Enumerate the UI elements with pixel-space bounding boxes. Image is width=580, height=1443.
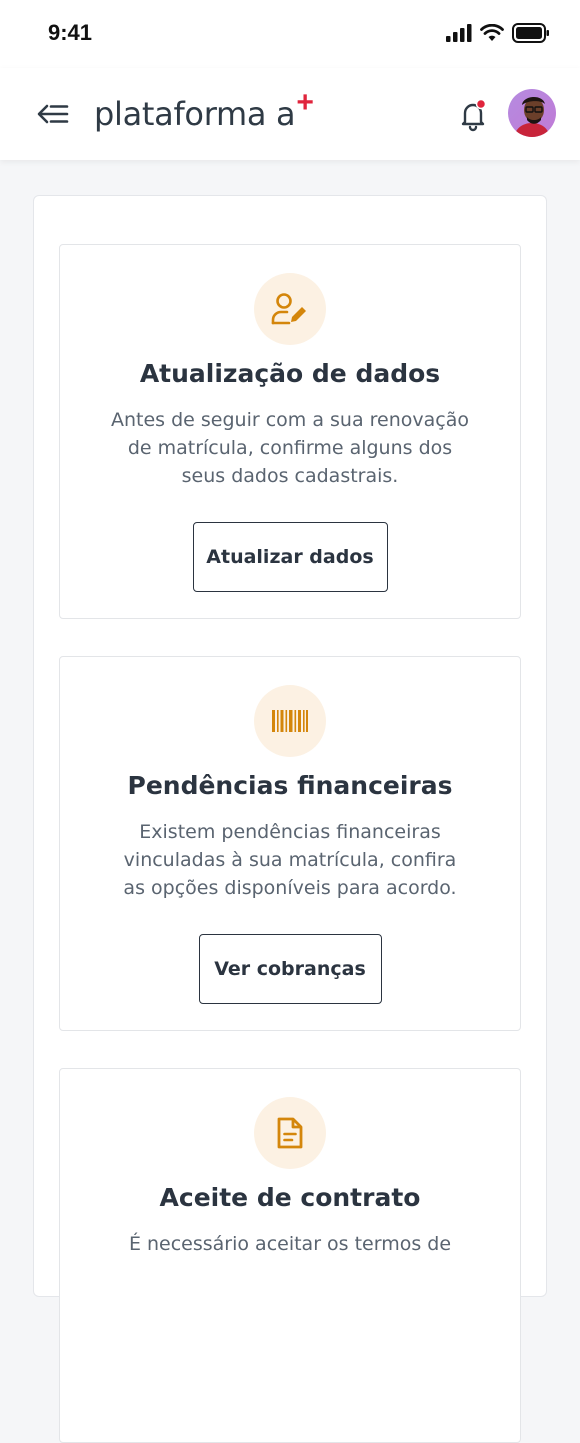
barcode-icon bbox=[272, 710, 308, 732]
battery-icon bbox=[512, 23, 549, 43]
status-icons bbox=[446, 22, 550, 44]
card-title: Atualização de dados bbox=[139, 359, 441, 388]
arrow-collapse-icon bbox=[37, 104, 69, 124]
card-title: Pendências financeiras bbox=[127, 771, 453, 800]
card-description: Antes de seguir com a sua renovação de m… bbox=[110, 409, 469, 487]
bell-icon bbox=[461, 98, 487, 132]
card-icon-circle bbox=[254, 273, 326, 345]
brand-logo[interactable]: plataforma a + bbox=[94, 86, 314, 134]
menu-collapse-button[interactable] bbox=[36, 98, 70, 130]
card-update-data: Atualização de dados Antes de seguir com… bbox=[59, 244, 521, 619]
card-financial-pending: Pendências financeiras Existem pendência… bbox=[59, 656, 521, 1031]
notification-dot bbox=[475, 98, 487, 110]
app-header: plataforma a + bbox=[0, 68, 580, 160]
signal-icon bbox=[446, 24, 472, 42]
card-contract-acceptance: Aceite de contrato É necessário aceitar … bbox=[59, 1068, 521, 1443]
card-description: É necessário aceitar os termos de bbox=[128, 1233, 452, 1255]
card-icon-circle bbox=[254, 685, 326, 757]
avatar-image bbox=[508, 89, 556, 137]
user-edit-icon bbox=[271, 293, 306, 325]
notifications-button[interactable] bbox=[456, 98, 490, 132]
status-time: 9:41 bbox=[48, 20, 93, 45]
card-title: Aceite de contrato bbox=[159, 1183, 421, 1212]
view-charges-button[interactable]: Ver cobranças bbox=[198, 934, 382, 1004]
wifi-icon bbox=[480, 24, 504, 41]
card-icon-circle bbox=[254, 1097, 326, 1169]
status-bar: 9:41 bbox=[0, 0, 580, 68]
document-icon bbox=[277, 1117, 303, 1149]
user-avatar[interactable] bbox=[508, 89, 556, 137]
update-data-button[interactable]: Atualizar dados bbox=[192, 522, 388, 592]
pending-actions-panel: Atualização de dados Antes de seguir com… bbox=[33, 195, 547, 1443]
logo-plus: + bbox=[296, 86, 314, 119]
logo-text: plataforma a bbox=[94, 95, 296, 133]
card-description: Existem pendências financeiras vinculada… bbox=[123, 821, 457, 899]
